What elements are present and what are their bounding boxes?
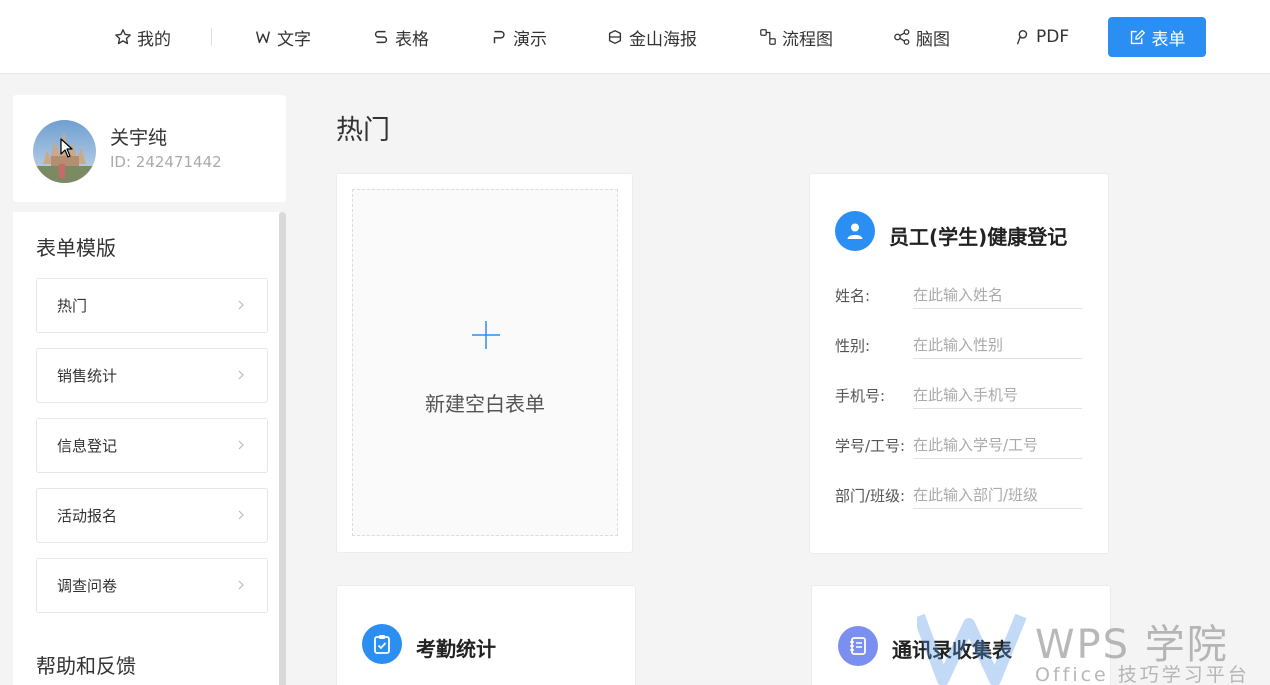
sidebar-scrollbar[interactable] — [279, 212, 286, 685]
new-form-dropzone[interactable]: 新建空白表单 — [352, 189, 618, 536]
nav-doc-label: 文字 — [277, 29, 311, 50]
watermark-subtitle: Office 技巧学习平台 — [1035, 664, 1250, 685]
health-form-title: 员工(学生)健康登记 — [889, 225, 1068, 249]
sidebar-item-hot[interactable]: 热门 — [36, 278, 268, 333]
sidebar: 表单模版 热门 销售统计 信息登记 活动报名 调查问卷 帮助和反馈 — [13, 212, 286, 685]
sidebar-item-label: 信息登记 — [57, 437, 118, 455]
nav-mind[interactable]: 脑图 — [893, 22, 950, 52]
sidebar-item-label: 销售统计 — [57, 367, 118, 385]
nav-doc[interactable]: 文字 — [254, 22, 311, 52]
attendance-form-title: 考勤统计 — [416, 637, 496, 661]
form-icon — [835, 211, 875, 251]
top-nav: 我的 文字 表格 演示 金山海报 流程图 脑图 PDF 表单 — [0, 0, 1270, 74]
poster-icon — [608, 30, 622, 44]
pdf-icon — [1016, 30, 1028, 45]
sidebar-item-label: 调查问卷 — [57, 577, 118, 595]
nav-form[interactable]: 表单 — [1108, 17, 1206, 57]
nav-sheet-label: 表格 — [395, 29, 429, 50]
chevron-right-icon — [238, 510, 244, 520]
gender-field: 在此输入性别 — [913, 329, 1082, 359]
user-icon — [847, 223, 863, 239]
field-label: 性别: — [835, 337, 871, 355]
department-field: 在此输入部门/班级 — [913, 479, 1082, 509]
sidebar-item-registration[interactable]: 信息登记 — [36, 418, 268, 473]
nav-poster[interactable]: 金山海报 — [606, 22, 697, 52]
sidebar-item-survey[interactable]: 调查问卷 — [36, 558, 268, 613]
help-feedback-link[interactable]: 帮助和反馈 — [36, 650, 136, 679]
clipboard-check-icon — [374, 635, 390, 654]
flowchart-icon — [760, 29, 776, 45]
field-label: 姓名: — [835, 287, 871, 305]
student-id-field: 在此输入学号/工号 — [913, 429, 1082, 459]
chevron-right-icon — [238, 300, 244, 310]
nav-mind-label: 脑图 — [916, 29, 950, 50]
templates-heading: 表单模版 — [36, 236, 116, 260]
nav-sheet[interactable]: 表格 — [372, 22, 429, 52]
attendance-form-card[interactable]: 考勤统计 — [336, 585, 636, 685]
nav-flow[interactable]: 流程图 — [759, 22, 833, 52]
nav-form-label: 表单 — [1151, 29, 1186, 50]
sidebar-item-sales[interactable]: 销售统计 — [36, 348, 268, 403]
wps-academy-watermark: WPS 学院 Office 技巧学习平台 — [917, 612, 1270, 685]
s-icon — [374, 30, 388, 44]
nav-flow-label: 流程图 — [782, 29, 833, 50]
user-id: ID: 242471442 — [110, 153, 222, 171]
mouse-cursor-icon — [60, 138, 73, 158]
form-edit-icon — [1130, 29, 1145, 44]
sidebar-item-events[interactable]: 活动报名 — [36, 488, 268, 543]
mindmap-icon — [894, 29, 910, 45]
field-label: 部门/班级: — [835, 487, 906, 505]
phone-field: 在此输入手机号 — [913, 379, 1082, 409]
chevron-right-icon — [238, 370, 244, 380]
nav-pdf[interactable]: PDF — [1013, 22, 1069, 52]
chevron-right-icon — [238, 440, 244, 450]
nav-mine-label: 我的 — [137, 29, 171, 50]
section-title: 热门 — [336, 115, 390, 146]
nav-pdf-label: PDF — [1036, 27, 1070, 47]
new-form-card[interactable]: 新建空白表单 — [336, 173, 633, 553]
plus-icon — [472, 321, 500, 349]
new-form-label: 新建空白表单 — [425, 392, 545, 416]
field-label: 学号/工号: — [835, 437, 906, 455]
nav-slides-label: 演示 — [513, 29, 547, 50]
health-form-card[interactable]: 员工(学生)健康登记 姓名: 在此输入姓名 性别: 在此输入性别 手机号: 在此… — [809, 173, 1109, 554]
sidebar-item-label: 热门 — [57, 297, 88, 315]
nav-mine[interactable]: 我的 — [114, 22, 171, 52]
chevron-right-icon — [238, 580, 244, 590]
sidebar-item-label: 活动报名 — [57, 507, 118, 525]
user-name: 关宇纯 — [110, 127, 168, 149]
form-icon — [838, 626, 878, 666]
profile-card: 关宇纯 ID: 242471442 — [13, 95, 286, 202]
star-icon — [115, 29, 131, 45]
form-icon — [362, 624, 402, 664]
nav-poster-label: 金山海报 — [629, 29, 697, 50]
name-field: 在此输入姓名 — [913, 279, 1082, 309]
nav-divider — [211, 28, 212, 46]
w-icon — [256, 31, 270, 44]
field-label: 手机号: — [835, 387, 886, 405]
nav-slides[interactable]: 演示 — [490, 22, 547, 52]
notebook-icon — [850, 637, 866, 655]
wps-logo-icon — [917, 613, 1027, 685]
p-icon — [493, 30, 505, 44]
